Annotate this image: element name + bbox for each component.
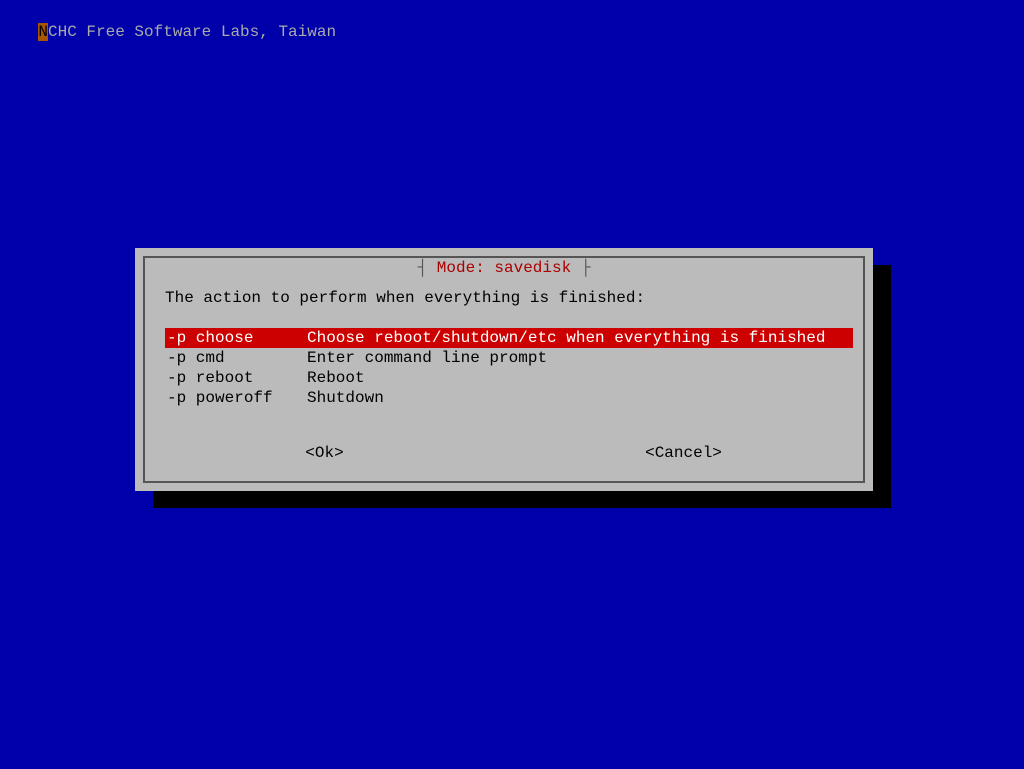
menu-item-choose[interactable]: -p chooseChoose reboot/shutdown/etc when… xyxy=(165,328,853,348)
menu-item-opt: -p cmd xyxy=(165,348,307,368)
header-first-char: N xyxy=(38,23,48,41)
dialog-buttons: <Ok> <Cancel> xyxy=(145,443,863,463)
menu-item-reboot[interactable]: -p rebootReboot xyxy=(165,368,853,388)
title-frame-left: ┤ xyxy=(418,258,437,278)
action-menu: -p chooseChoose reboot/shutdown/etc when… xyxy=(165,328,853,408)
dialog-border: ┤ Mode: savedisk ├ The action to perform… xyxy=(143,256,865,483)
header-line: NCHC Free Software Labs, Taiwan xyxy=(0,2,336,62)
menu-item-opt: -p choose xyxy=(165,328,307,348)
dialog-prompt: The action to perform when everything is… xyxy=(165,288,645,308)
menu-item-opt: -p reboot xyxy=(165,368,307,388)
menu-item-desc: Enter command line prompt xyxy=(307,348,853,368)
terminal-screen: NCHC Free Software Labs, Taiwan ┤ Mode: … xyxy=(0,0,1024,769)
mode-dialog: ┤ Mode: savedisk ├ The action to perform… xyxy=(135,248,873,491)
menu-item-opt: -p poweroff xyxy=(165,388,307,408)
dialog-title-wrap: ┤ Mode: savedisk ├ xyxy=(414,258,595,278)
menu-item-poweroff[interactable]: -p poweroffShutdown xyxy=(165,388,853,408)
header-rest: CHC Free Software Labs, Taiwan xyxy=(48,23,336,41)
dialog-title: Mode: savedisk xyxy=(437,258,571,278)
ok-button[interactable]: <Ok> xyxy=(145,443,504,463)
menu-item-desc: Choose reboot/shutdown/etc when everythi… xyxy=(307,328,853,348)
menu-item-desc: Reboot xyxy=(307,368,853,388)
menu-item-cmd[interactable]: -p cmdEnter command line prompt xyxy=(165,348,853,368)
cancel-button[interactable]: <Cancel> xyxy=(504,443,863,463)
title-frame-right: ├ xyxy=(571,258,590,278)
menu-item-desc: Shutdown xyxy=(307,388,853,408)
